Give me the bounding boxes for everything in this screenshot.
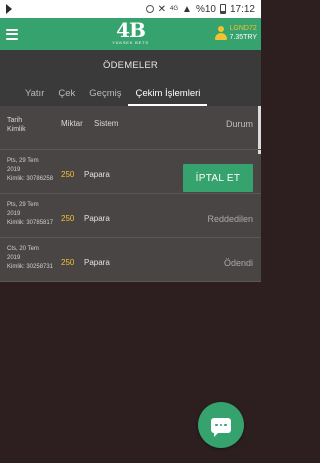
logo-subtitle: YÜKSEK BETS [112, 40, 149, 45]
status-bar: ✕ 4G ▲ %10 17:12 [0, 0, 261, 18]
clock: 17:12 [229, 3, 255, 15]
row-system: Papara [84, 258, 110, 267]
tab-withdrawal-transactions[interactable]: Çekim İşlemleri [128, 88, 208, 106]
row-status: Reddedilen [207, 214, 253, 224]
row-id-label: Kimlik: [7, 264, 25, 270]
row-date: Cts, 20 Tem [7, 246, 39, 252]
table-row: Pts, 29 Tem 2019 Kimlik: 30785817 250 Pa… [0, 194, 261, 238]
row-date: Pts, 29 Tem [7, 202, 39, 208]
row-amount: 250 [61, 170, 75, 179]
withdrawals-table: Tarih Kimlik Miktar Sistem Durum Pts, 29… [0, 106, 261, 282]
network-label: 4G [170, 6, 179, 12]
location-icon [145, 5, 154, 13]
header-status: Durum [225, 119, 253, 129]
logo-mark: 4B [116, 18, 146, 42]
play-icon [6, 4, 12, 14]
balance: 7.35TRY [229, 34, 258, 41]
header-amount: Miktar [61, 119, 83, 128]
header-id: Kimlik [7, 126, 26, 133]
header-system: Sistem [94, 119, 119, 128]
mute-icon: ✕ [157, 3, 167, 15]
tab-deposit[interactable]: Yatır [18, 88, 51, 106]
brand-logo[interactable]: 4B YÜKSEK BETS [112, 20, 149, 45]
chat-icon [211, 417, 231, 437]
signal-icon: ▲ [182, 3, 192, 15]
tab-history[interactable]: Geçmiş [82, 88, 128, 106]
row-system: Papara [84, 170, 110, 179]
row-year: 2019 [7, 211, 21, 217]
header-date: Tarih [7, 117, 23, 124]
row-year: 2019 [7, 255, 21, 261]
row-date: Pts, 29 Tem [7, 158, 39, 164]
row-amount: 250 [61, 214, 75, 223]
menu-icon[interactable] [6, 28, 18, 40]
battery-icon [219, 4, 226, 14]
table-header: Tarih Kimlik Miktar Sistem Durum [0, 106, 261, 150]
page-title: ÖDEMELER [0, 50, 261, 80]
row-id: 30786258 [26, 176, 54, 182]
row-id: 30785817 [26, 220, 54, 226]
live-chat-button[interactable] [198, 402, 244, 448]
row-id-label: Kimlik: [7, 176, 25, 182]
row-id-label: Kimlik: [7, 220, 25, 226]
row-id: 30258731 [26, 264, 54, 270]
user-icon [214, 26, 227, 40]
user-account[interactable]: LGND72 7.35TRY [214, 24, 258, 42]
row-status: Ödendi [223, 258, 253, 268]
cancel-withdrawal-button[interactable]: İPTAL ET [183, 164, 253, 192]
tab-withdraw[interactable]: Çek [51, 88, 82, 106]
battery-percent: %10 [195, 3, 216, 15]
app-header: 4B YÜKSEK BETS LGND72 7.35TRY [0, 18, 261, 50]
username: LGND72 [229, 25, 257, 32]
row-system: Papara [84, 214, 110, 223]
row-year: 2019 [7, 167, 21, 173]
row-amount: 250 [61, 258, 75, 267]
table-row: Pts, 29 Tem 2019 Kimlik: 30786258 250 Pa… [0, 150, 261, 194]
table-row: Cts, 20 Tem 2019 Kimlik: 30258731 250 Pa… [0, 238, 261, 282]
payment-tabs: Yatır Çek Geçmiş Çekim İşlemleri [0, 80, 261, 106]
